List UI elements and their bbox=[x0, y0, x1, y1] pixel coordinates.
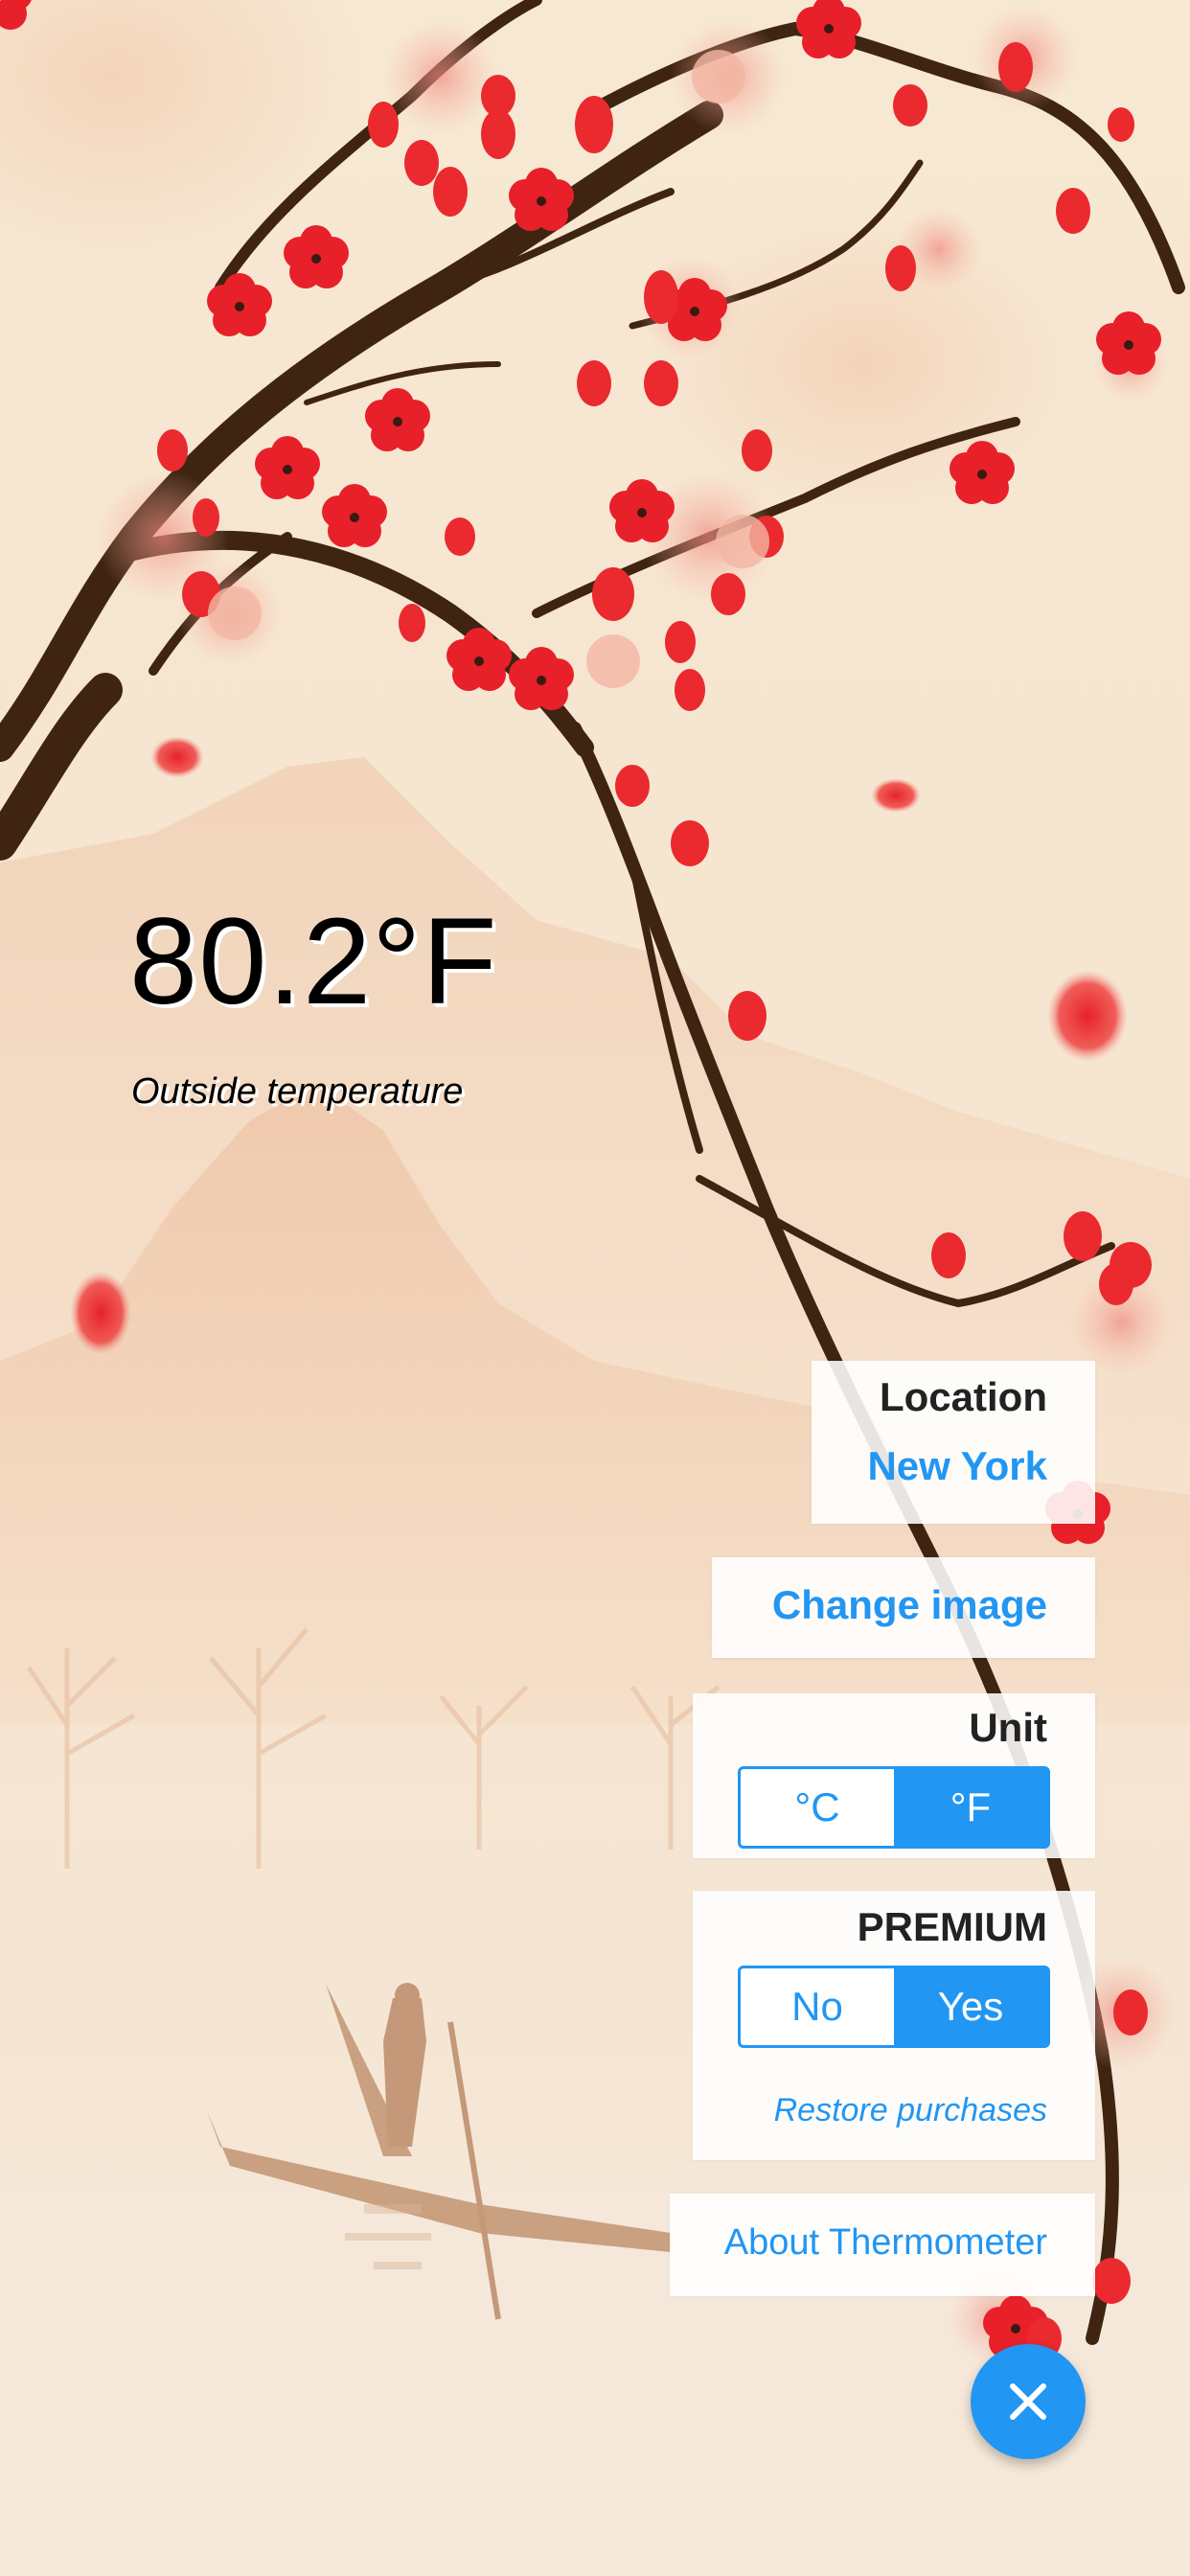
change-image-card: Change image bbox=[712, 1557, 1095, 1658]
premium-card: PREMIUM No Yes Restore purchases bbox=[693, 1891, 1095, 2160]
unit-option-fahrenheit[interactable]: °F bbox=[894, 1769, 1047, 1846]
location-title: Location bbox=[880, 1374, 1047, 1419]
about-card: About Thermometer bbox=[670, 2194, 1095, 2296]
unit-title: Unit bbox=[969, 1705, 1047, 1750]
premium-title: PREMIUM bbox=[857, 1904, 1047, 1949]
unit-option-celsius[interactable]: °C bbox=[741, 1769, 894, 1846]
background-illustration bbox=[0, 0, 1190, 2576]
close-menu-button[interactable] bbox=[971, 2344, 1086, 2459]
change-image-button[interactable]: Change image bbox=[712, 1557, 1095, 1628]
restore-purchases-link[interactable]: Restore purchases bbox=[693, 2092, 1095, 2129]
about-button[interactable]: About Thermometer bbox=[670, 2194, 1095, 2264]
premium-segmented-control: No Yes bbox=[738, 1966, 1050, 2048]
unit-card: Unit °C °F bbox=[693, 1693, 1095, 1858]
unit-segmented-control: °C °F bbox=[738, 1766, 1050, 1849]
location-card: Location New York bbox=[812, 1361, 1095, 1524]
temperature-value: 80.2°F bbox=[129, 893, 498, 1030]
close-icon bbox=[1010, 2383, 1046, 2420]
location-city-button[interactable]: New York bbox=[812, 1420, 1095, 1489]
premium-option-no[interactable]: No bbox=[741, 1968, 894, 2045]
premium-option-yes[interactable]: Yes bbox=[894, 1968, 1047, 2045]
temperature-caption: Outside temperature bbox=[131, 1071, 464, 1112]
